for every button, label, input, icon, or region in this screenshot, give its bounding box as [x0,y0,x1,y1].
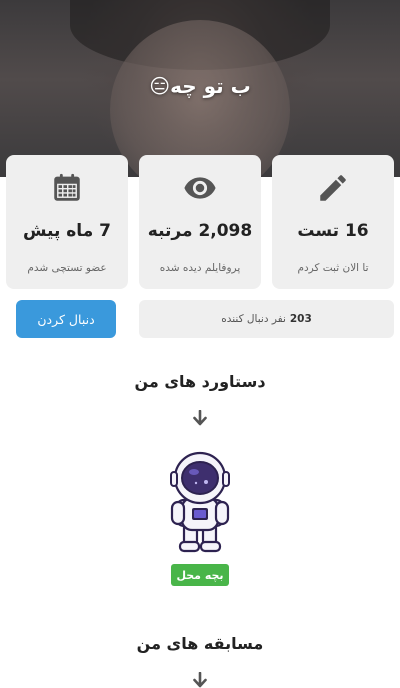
astronaut-icon[interactable] [166,450,234,556]
arrow-down-icon [193,672,207,688]
achievement-badge[interactable]: بچه محل [171,564,229,586]
stat-tests-value: 16 تست [297,221,369,241]
stat-views-label: پروفایلم دیده شده [159,262,241,274]
arrow-down-icon [193,410,207,426]
pencil-icon [320,175,346,201]
stat-membership-value: 7 ماه پیش [23,221,111,241]
profile-name: ب تو چه😑 [149,74,251,98]
competitions-title: مسابقه های من [136,634,264,653]
achievements-title: دستاورد های من [134,372,266,391]
stat-tests-label: تا الان ثبت کردم [297,262,369,274]
stat-views-value: 2,098 مرتبه [147,221,253,241]
follow-button[interactable]: دنبال کردن [16,300,116,338]
eye-icon [184,177,216,199]
followers-label: نفر دنبال کننده [221,313,286,325]
profile-cover: ب تو چه😑 [0,0,400,177]
calendar-icon [54,173,80,201]
stat-card-membership: 7 ماه پیش عضو تستچی شدم [6,155,128,289]
stat-card-tests: 16 تست تا الان ثبت کردم [272,155,394,289]
followers-count: 203 [289,313,312,325]
stat-card-views: 2,098 مرتبه پروفایلم دیده شده [139,155,261,289]
stat-membership-label: عضو تستچی شدم [27,262,107,274]
followers-count-box: 203 نفر دنبال کننده [139,300,394,338]
